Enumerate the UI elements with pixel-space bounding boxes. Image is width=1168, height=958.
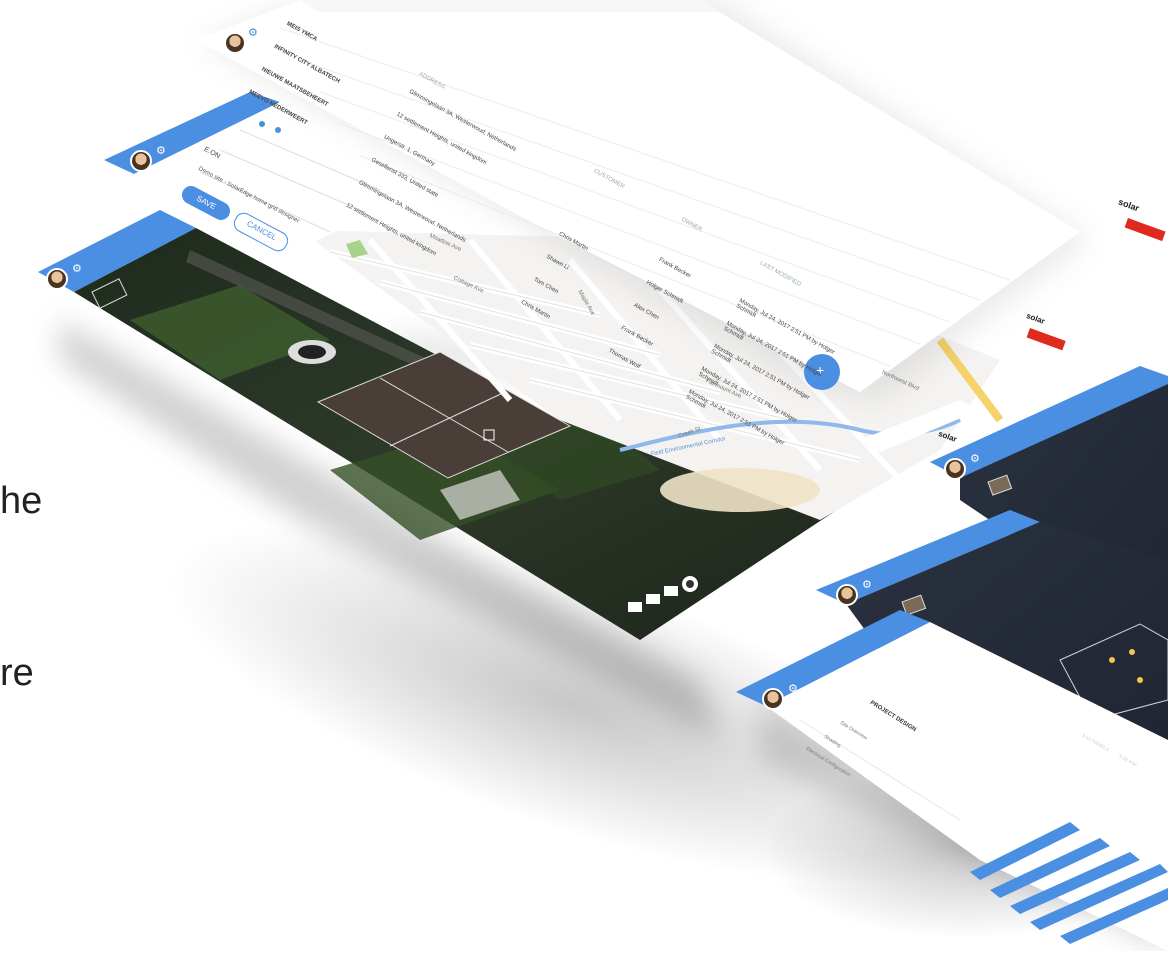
- table-avatar[interactable]: [224, 32, 246, 54]
- design-gear-icon[interactable]: ⚙: [788, 682, 798, 695]
- isometric-illustration: [38, 0, 1168, 951]
- dark-canvas-avatar-2[interactable]: [836, 584, 858, 606]
- form-avatar[interactable]: [130, 150, 152, 172]
- dark-canvas-gear-icon-1[interactable]: ⚙: [970, 452, 980, 465]
- satellite-avatar[interactable]: [46, 268, 68, 290]
- dark-canvas-gear-icon-2[interactable]: ⚙: [862, 578, 872, 591]
- satellite-gear-icon[interactable]: ⚙: [72, 262, 82, 275]
- table-gear-icon[interactable]: ⚙: [248, 26, 258, 39]
- design-avatar[interactable]: [762, 688, 784, 710]
- dark-canvas-avatar-1[interactable]: [944, 458, 966, 480]
- form-gear-icon[interactable]: ⚙: [156, 144, 166, 157]
- form-save-label: SAVE: [194, 193, 218, 212]
